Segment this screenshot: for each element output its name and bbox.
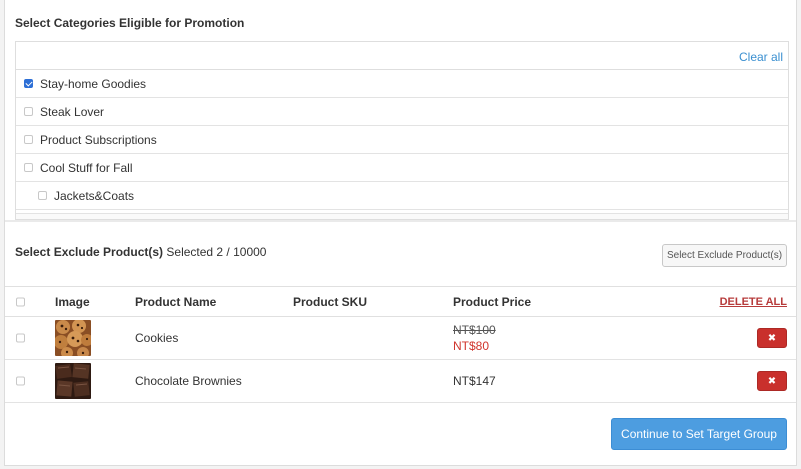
original-price: NT$100 <box>453 323 496 337</box>
category-item-cool-stuff-for-fall[interactable]: Cool Stuff for Fall <box>16 154 788 182</box>
product-price: NT$147 <box>453 374 496 388</box>
row-checkbox[interactable] <box>16 333 25 343</box>
delete-all-link[interactable]: DELETE ALL <box>720 296 787 308</box>
table-header: Image Product Name Product SKU Product P… <box>5 286 796 317</box>
category-list: Clear all Stay-home Goodies Steak Lover … <box>15 41 789 220</box>
product-name: Cookies <box>135 331 179 345</box>
row-checkbox[interactable] <box>16 376 25 386</box>
product-name: Chocolate Brownies <box>135 374 242 388</box>
select-all-checkbox[interactable] <box>16 297 25 306</box>
delete-row-button[interactable]: ✖ <box>757 328 787 348</box>
category-label: Product Subscriptions <box>40 132 157 147</box>
category-label: Cool Stuff for Fall <box>40 160 133 175</box>
header-product-name: Product Name <box>135 294 217 309</box>
sale-price: NT$80 <box>453 339 490 353</box>
select-exclude-products-button[interactable]: Select Exclude Product(s) <box>662 244 787 267</box>
checkbox[interactable] <box>38 191 47 200</box>
checkbox-checked[interactable] <box>24 79 33 88</box>
category-item-stay-home-goodies[interactable]: Stay-home Goodies <box>16 70 788 98</box>
close-icon: ✖ <box>767 375 777 387</box>
table-row: Cookies NT$100 NT$80 ✖ <box>5 317 796 360</box>
exclude-products-title: Select Exclude Product(s) Selected 2 / 1… <box>15 245 266 259</box>
exclude-title-label: Select Exclude Product(s) <box>15 245 164 259</box>
brownies-image <box>55 363 91 399</box>
excluded-products-table: Image Product Name Product SKU Product P… <box>5 286 796 403</box>
exclude-selected-count: Selected 2 / 10000 <box>166 245 267 259</box>
cookies-image <box>55 320 91 356</box>
category-label: Steak Lover <box>40 104 105 119</box>
delete-row-button[interactable]: ✖ <box>757 371 787 391</box>
close-icon: ✖ <box>767 332 777 344</box>
clear-all-link[interactable]: Clear all <box>739 50 783 64</box>
header-product-sku: Product SKU <box>293 294 368 309</box>
category-list-scroll-edge[interactable] <box>16 213 788 219</box>
product-price: NT$100 NT$80 <box>453 322 496 354</box>
section-divider <box>5 220 796 222</box>
category-label: Jackets&Coats <box>54 188 135 203</box>
header-product-price: Product Price <box>453 294 532 309</box>
cookies-thumbnail <box>55 320 91 356</box>
continue-to-target-group-button[interactable]: Continue to Set Target Group <box>611 418 787 450</box>
promotion-panel: Select Categories Eligible for Promotion… <box>4 0 797 466</box>
brownies-thumbnail <box>55 363 91 399</box>
category-item-product-subscriptions[interactable]: Product Subscriptions <box>16 126 788 154</box>
category-label: Stay-home Goodies <box>40 76 147 91</box>
header-image: Image <box>55 294 90 309</box>
category-item-steak-lover[interactable]: Steak Lover <box>16 98 788 126</box>
table-row: Chocolate Brownies NT$147 ✖ <box>5 360 796 403</box>
checkbox[interactable] <box>24 163 33 172</box>
categories-title: Select Categories Eligible for Promotion <box>15 16 245 30</box>
category-list-header: Clear all <box>16 42 788 70</box>
checkbox[interactable] <box>24 135 33 144</box>
checkbox[interactable] <box>24 107 33 116</box>
category-item-jackets-coats[interactable]: Jackets&Coats <box>16 182 788 210</box>
